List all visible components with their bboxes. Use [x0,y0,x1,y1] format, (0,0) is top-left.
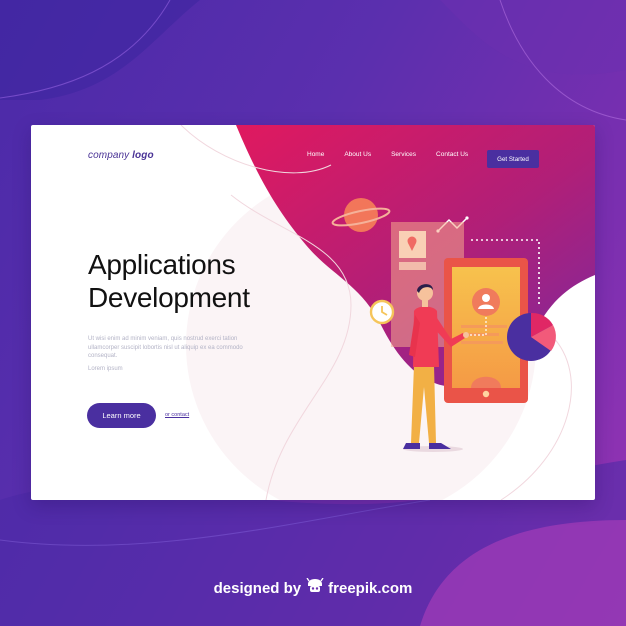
clock-icon [369,299,395,325]
hero-sub-text: Lorem ipsum [88,366,123,372]
freepik-logo-icon [306,577,324,598]
designed-by-text: designed by [213,579,302,597]
hero-title-line-2: Development [88,282,250,313]
learn-more-button[interactable]: Learn more [87,403,156,428]
landing-card: company logo Home About Us Services Cont… [31,125,595,500]
or-contact-link[interactable]: or contact [165,412,189,418]
get-started-button[interactable]: Get Started [487,150,539,168]
logo-word-logo: logo [132,150,154,161]
nav-home[interactable]: Home [307,151,324,158]
hero-title-line-1: Applications [88,249,236,280]
nav-contact-us[interactable]: Contact Us [436,151,468,158]
hero-title: Applications Development [88,248,250,314]
user-avatar-icon [472,288,500,316]
pie-chart-icon [507,312,556,361]
hero-body-text: Ut wisi enim ad minim veniam, quis nostr… [88,336,243,359]
top-nav: Home About Us Services Contact Us [307,151,488,158]
nav-about-us[interactable]: About Us [344,151,371,158]
logo-word-company: company [88,150,130,161]
footer-credit: designed by freepik.com [0,577,626,598]
nav-services[interactable]: Services [391,151,416,158]
freepik-brand-text[interactable]: freepik.com [328,580,412,597]
company-logo[interactable]: company logo [88,150,154,161]
